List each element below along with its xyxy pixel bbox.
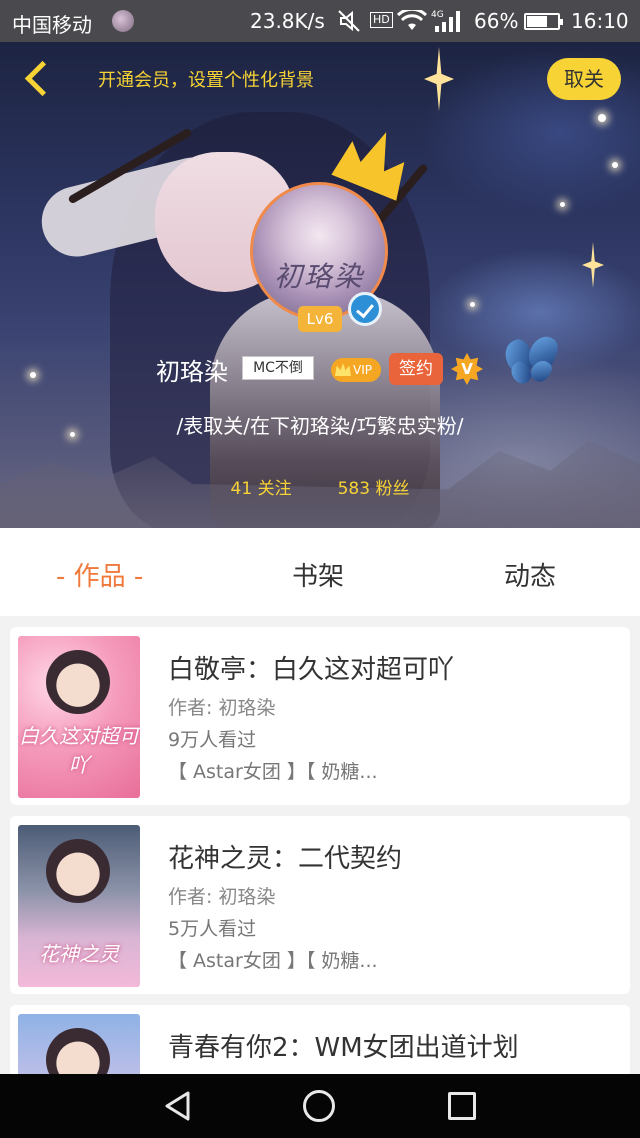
profile-signature: /表取关/在下初珞染/巧繁忠实粉/ [176,414,464,438]
username: 初珞染 [156,358,228,386]
mc-tag: MC不倒 [242,356,314,380]
sparkle-icon [598,114,606,122]
network-speed: 23.8K/s [250,9,325,33]
signed-author-badge: 签约 [389,353,443,385]
book-tags: 【 Astar女团 】【 奶糖... [168,950,378,972]
cover-figure [46,839,110,903]
book-author: 作者: 初珞染 [168,886,276,908]
nav-recents-icon[interactable] [448,1092,476,1120]
butterfly-icon [500,332,562,390]
signal-icon: 4G [431,8,465,39]
wifi-icon [396,7,428,37]
clock: 16:10 [571,9,629,33]
book-cover-title: 白久这对超可吖 [19,724,139,777]
profile-tabs: - 作品 - 书架 动态 [0,528,640,616]
cover-figure [46,650,110,714]
verified-icon [348,292,382,326]
book-card[interactable]: 花神之灵 花神之灵：二代契约 作者: 初珞染 5万人看过 【 Astar女团 】… [10,816,630,994]
system-nav-bar [0,1074,640,1138]
mute-icon [338,9,360,38]
followers-count[interactable]: 583 粉丝 [338,479,410,499]
nav-home-icon[interactable] [303,1090,335,1122]
tab-works[interactable]: - 作品 - [56,556,143,593]
book-title: 青春有你2：WM女团出道计划 [168,1033,519,1063]
sparkle-icon [30,372,36,378]
hd-icon: HD [370,12,393,28]
book-tags: 【 Astar女团 】【 奶糖... [168,761,378,783]
battery-fill [527,16,547,27]
avatar-text: 初珞染 [273,260,364,293]
vip-badge: VIP [331,358,381,382]
follow-stats: 41 关注 583 粉丝 [0,474,640,499]
vip-badge-label: VIP [353,363,372,377]
nav-back-icon[interactable] [162,1090,194,1122]
book-title: 白敬亭：白久这对超可吖 [168,655,455,685]
vip-crown-icon [335,363,351,376]
battery-percent: 66% [474,9,519,33]
sparkle-star-icon [424,47,454,111]
back-icon[interactable] [22,60,48,96]
tab-bookshelf[interactable]: 书架 [292,556,344,593]
following-count[interactable]: 41 关注 [231,479,292,499]
battery-icon [524,13,563,30]
vip-background-banner[interactable]: 开通会员，设置个性化背景 [98,66,314,92]
notification-avatar-icon [112,10,134,32]
book-read-count: 5万人看过 [168,918,257,940]
sparkle-icon [612,162,618,168]
book-title: 花神之灵：二代契约 [168,844,403,874]
signal-label: 4G [431,10,444,20]
level-badge: Lv6 [298,306,342,332]
book-cover-title: 花神之灵 [39,942,119,966]
unfollow-button[interactable]: 取关 [547,58,621,100]
sparkle-icon [470,302,475,307]
sparkle-star-icon [582,242,604,288]
book-cover: 花神之灵 [18,825,140,987]
book-cover: 白久这对超可吖 [18,636,140,798]
book-author: 作者: 初珞染 [168,697,276,719]
carrier-name: 中国移动 [12,13,92,37]
sparkle-icon [560,202,565,207]
book-card[interactable]: 白久这对超可吖 白敬亭：白久这对超可吖 作者: 初珞染 9万人看过 【 Asta… [10,627,630,805]
book-read-count: 9万人看过 [168,729,257,751]
status-bar: 中国移动 23.8K/s HD 4G 66% 16:10 [0,0,640,42]
tab-activity[interactable]: 动态 [504,556,556,593]
